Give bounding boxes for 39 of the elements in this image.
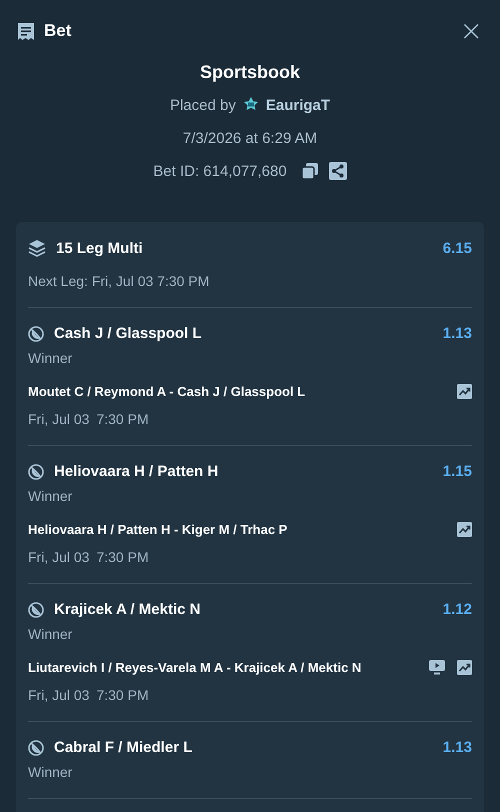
copy-icon[interactable] — [300, 162, 319, 180]
chart-icon[interactable] — [457, 660, 472, 675]
match-name: Liutarevich I / Reyes-Varela M A - Krajicek A / Mektic N — [28, 660, 362, 675]
market-label: Winner — [28, 626, 74, 642]
match-time: 7:30 PM — [96, 411, 149, 427]
share-icon[interactable] — [328, 162, 347, 180]
receipt-icon — [17, 22, 35, 40]
match-name: Heliovaara H / Patten H - Kiger M / Trhac P — [28, 522, 288, 537]
match-time: 7:30 PM — [96, 687, 149, 703]
market-label: Winner — [28, 350, 74, 366]
close-button[interactable]: × — [460, 21, 483, 41]
selection-name: Cabral F / Miedler L — [54, 739, 194, 756]
chart-icon[interactable] — [457, 384, 472, 399]
leg-odds: 1.12 — [442, 601, 472, 618]
dialog-title: Bet — [44, 21, 72, 41]
selection-name: Cash J / Glasspool L — [54, 325, 203, 342]
match-date: Fri, Jul 03 — [28, 687, 90, 703]
match-date: Fri, Jul 03 — [28, 411, 90, 427]
chart-icon[interactable] — [457, 522, 472, 537]
selection-name: Krajicek A / Mektic N — [54, 601, 202, 618]
multi-title: 15 Leg Multi — [56, 240, 144, 256]
username-link[interactable]: EaurigaT — [266, 96, 330, 114]
leg-odds: 1.13 — [442, 739, 472, 756]
match-name: Moutet C / Reymond A - Cash J / Glasspool L — [28, 384, 306, 399]
next-leg-time: Next Leg: Fri, Jul 03 7:30 PM — [28, 273, 210, 289]
market-label: Winner — [28, 488, 74, 504]
total-odds: 6.15 — [442, 240, 472, 256]
market-label: Winner — [28, 764, 74, 780]
layers-icon — [28, 239, 46, 257]
leg-odds: 1.15 — [442, 463, 472, 480]
match-time: 7:30 PM — [96, 549, 149, 565]
leg-odds: 1.13 — [442, 325, 472, 342]
placed-by-label: Placed by — [170, 96, 236, 114]
match-date: Fri, Jul 03 — [28, 549, 90, 565]
selection-name: Heliovaara H / Patten H — [54, 463, 220, 480]
sportsbook-title: Sportsbook — [200, 62, 300, 83]
bet-id: Bet ID: 614,077,680 — [153, 162, 287, 180]
tv-play-icon[interactable] — [429, 660, 445, 675]
placed-date: 7/3/2026 at 6:29 AM — [182, 128, 318, 148]
